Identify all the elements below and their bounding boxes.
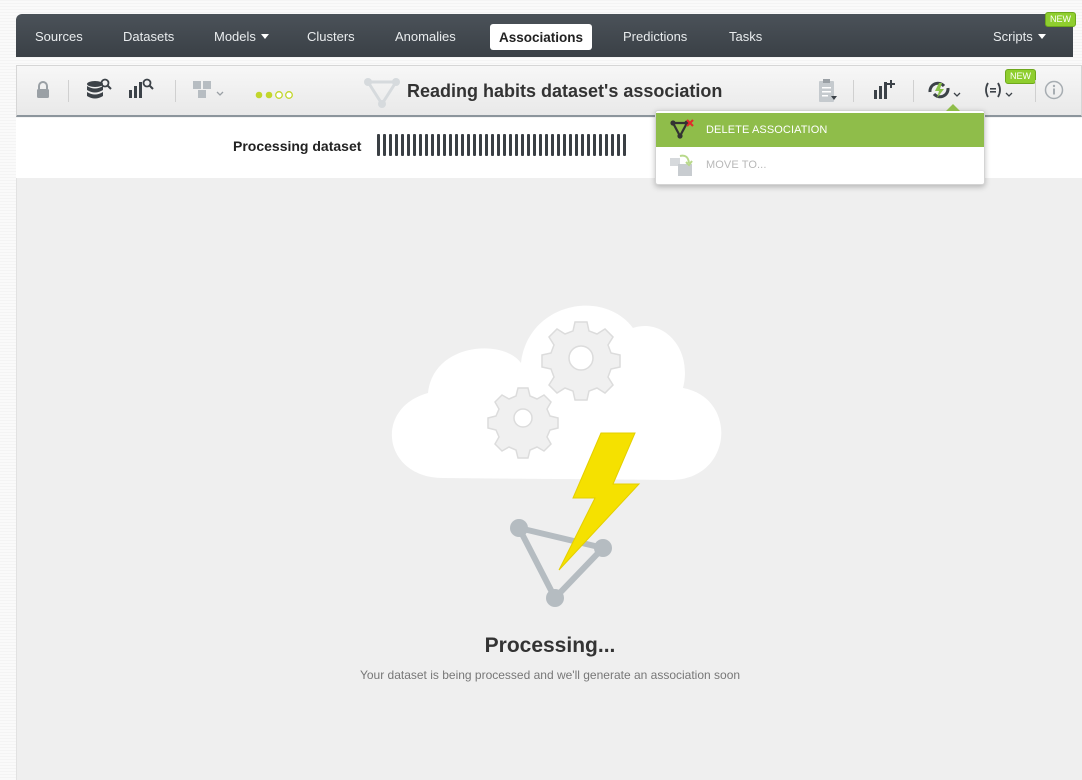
progress-segment: [449, 134, 452, 156]
progress-bar: [377, 134, 626, 156]
nav-tasks[interactable]: Tasks: [729, 14, 762, 57]
progress-segment: [383, 134, 386, 156]
processing-subtitle: Your dataset is being processed and we'l…: [359, 668, 741, 682]
progress-segment: [491, 134, 494, 156]
info-icon[interactable]: [1044, 80, 1064, 105]
progress-segment: [551, 134, 554, 156]
chevron-down-icon: [260, 34, 269, 40]
progress-segment: [413, 134, 416, 156]
association-title: Reading habits dataset's association: [407, 81, 723, 101]
progress-segment: [539, 134, 542, 156]
progress-segment: [419, 134, 422, 156]
progress-segment: [455, 134, 458, 156]
chevron-down-icon: [1037, 34, 1046, 40]
top-navigation-bar: Sources Datasets Models Clusters Anomali…: [16, 14, 1073, 57]
progress-segment: [533, 134, 536, 156]
progress-segment: [377, 134, 380, 156]
progress-segment: [401, 134, 404, 156]
progress-segment: [563, 134, 566, 156]
delete-association-label: DELETE ASSOCIATION: [706, 124, 828, 136]
nav-sources[interactable]: Sources: [35, 14, 83, 57]
nav-datasets[interactable]: Datasets: [123, 14, 174, 57]
nav-anomalies[interactable]: Anomalies: [395, 14, 456, 57]
progress-segment: [443, 134, 446, 156]
lock-icon[interactable]: [36, 81, 50, 104]
progress-label: Processing dataset: [233, 138, 362, 154]
nav-models[interactable]: Models: [214, 14, 269, 57]
progress-segment: [437, 134, 440, 156]
configure-icon[interactable]: [192, 79, 226, 106]
actions-dropdown-icon[interactable]: [926, 78, 964, 107]
dataset-search-icon[interactable]: [86, 78, 112, 107]
progress-segment: [521, 134, 524, 156]
menu-item-move-to[interactable]: MOVE TO...: [656, 148, 984, 182]
progress-segment: [461, 134, 464, 156]
move-to-icon: [668, 152, 694, 181]
nav-predictions[interactable]: Predictions: [623, 14, 687, 57]
progress-segment: [395, 134, 398, 156]
progress-segment: [473, 134, 476, 156]
progress-segment: [557, 134, 560, 156]
progress-segment: [467, 134, 470, 156]
progress-segment: [623, 134, 626, 156]
progress-segment: [497, 134, 500, 156]
progress-segment: [479, 134, 482, 156]
progress-segment: [581, 134, 584, 156]
progress-segment: [407, 134, 410, 156]
nav-models-label: Models: [214, 29, 256, 44]
processing-illustration: [391, 305, 722, 607]
progress-segment: [569, 134, 572, 156]
progress-segment: [599, 134, 602, 156]
progress-segment: [503, 134, 506, 156]
progress-segment: [617, 134, 620, 156]
progress-segment: [611, 134, 614, 156]
nav-clusters[interactable]: Clusters: [307, 14, 355, 57]
progress-segment: [515, 134, 518, 156]
scripts-new-badge: NEW: [1045, 12, 1076, 27]
status-dots-icon: [254, 87, 298, 105]
menu-item-delete-association[interactable]: DELETE ASSOCIATION: [656, 113, 984, 147]
progress-segment: [593, 134, 596, 156]
clipboard-icon[interactable]: [817, 78, 837, 109]
progress-segment: [575, 134, 578, 156]
main-panel: Processing... Your dataset is being proc…: [16, 178, 1082, 780]
chart-search-icon[interactable]: [128, 78, 154, 107]
association-icon: [362, 76, 402, 113]
progress-segment: [587, 134, 590, 156]
nav-associations[interactable]: Associations: [490, 24, 593, 50]
nav-scripts-label: Scripts: [993, 29, 1033, 44]
progress-segment: [389, 134, 392, 156]
progress-segment: [509, 134, 512, 156]
progress-segment: [431, 134, 434, 156]
delete-association-icon: [670, 119, 694, 144]
toolbar-new-badge: NEW: [1005, 69, 1036, 84]
add-chart-icon[interactable]: [873, 78, 897, 107]
nav-scripts[interactable]: Scripts: [993, 14, 1046, 57]
progress-segment: [527, 134, 530, 156]
progress-segment: [425, 134, 428, 156]
processing-title: Processing...: [484, 634, 616, 657]
actions-dropdown-menu: DELETE ASSOCIATION MOVE TO...: [655, 104, 985, 185]
progress-segment: [545, 134, 548, 156]
progress-segment: [605, 134, 608, 156]
progress-segment: [485, 134, 488, 156]
move-to-label: MOVE TO...: [706, 159, 767, 171]
